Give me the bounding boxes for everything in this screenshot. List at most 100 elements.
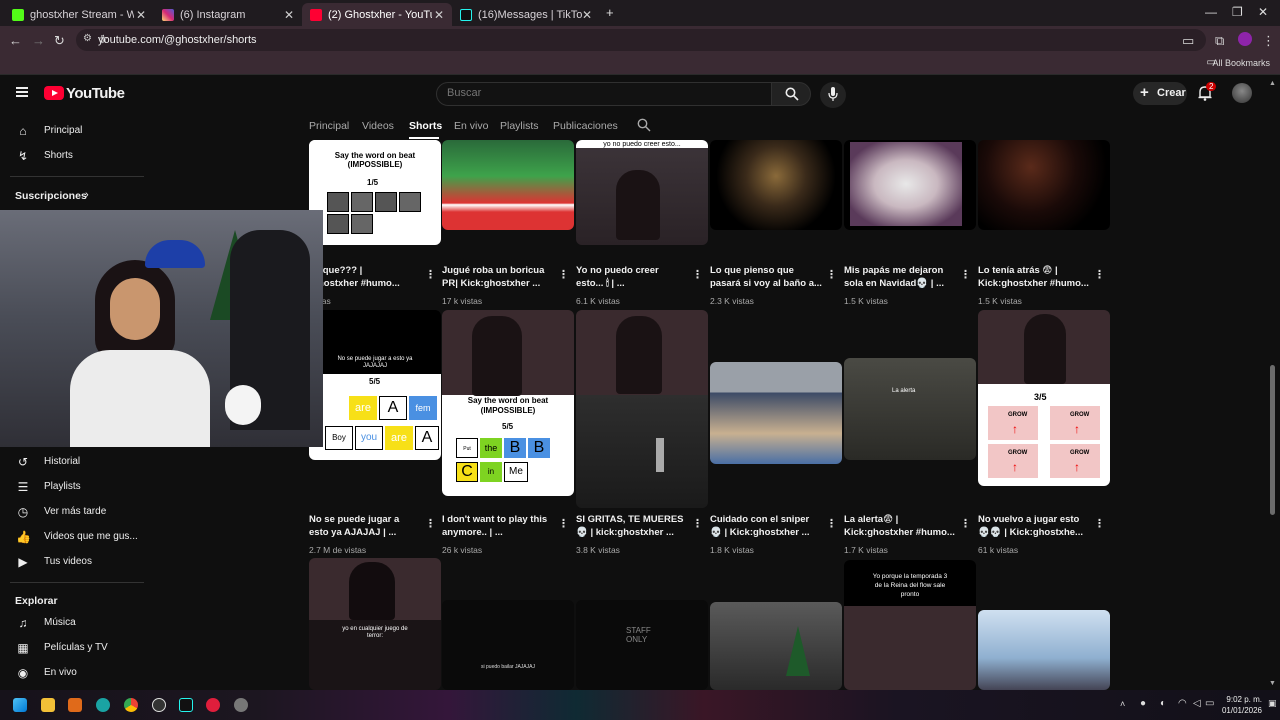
account-avatar[interactable] bbox=[1232, 83, 1252, 103]
short-thumbnail[interactable] bbox=[844, 140, 976, 230]
create-button[interactable]: + Crear bbox=[1133, 82, 1187, 105]
search-box[interactable] bbox=[436, 82, 772, 106]
sidebar-item-movies-tv[interactable]: ▦ Películas y TV bbox=[0, 636, 144, 660]
close-tab-icon[interactable]: ✕ bbox=[582, 8, 592, 22]
address-bar[interactable]: ⚙ youtube.com/@ghostxher/shorts ⇩ ☆ bbox=[76, 29, 1206, 51]
sidebar-item-history[interactable]: ↺ Historial bbox=[0, 450, 144, 474]
profile-icon[interactable] bbox=[1238, 32, 1252, 46]
short-thumbnail[interactable]: Say the word on beat (IMPOSSIBLE) 1/5 bbox=[309, 140, 441, 245]
more-options-icon[interactable]: ⋮ bbox=[1094, 268, 1105, 281]
more-options-icon[interactable]: ⋮ bbox=[826, 268, 837, 281]
short-thumbnail[interactable]: Say the word on beat (IMPOSSIBLE) 5/5 Pu… bbox=[442, 310, 574, 496]
search-button[interactable] bbox=[771, 82, 811, 106]
browser-tab[interactable]: (6) Instagram ✕ bbox=[154, 3, 302, 26]
close-window-icon[interactable]: ✕ bbox=[1258, 5, 1268, 19]
close-tab-icon[interactable]: ✕ bbox=[284, 8, 294, 22]
page-scrollbar[interactable] bbox=[1270, 365, 1275, 515]
short-title[interactable]: No se puede jugar a esto ya AJAJAJ | ... bbox=[309, 513, 427, 539]
sidebar-item-principal[interactable]: ⌂ Principal bbox=[0, 119, 144, 143]
short-thumbnail[interactable]: si puedo bailar JAJAJAJ bbox=[442, 600, 574, 690]
search-input[interactable] bbox=[447, 87, 747, 99]
side-panel-icon[interactable]: ▭ bbox=[1182, 33, 1194, 49]
chrome-icon[interactable] bbox=[124, 698, 138, 712]
file-explorer-icon[interactable] bbox=[41, 698, 55, 712]
short-title[interactable]: No vuelvo a jugar esto 💀💀 | Kick:ghostxh… bbox=[978, 513, 1096, 539]
youtube-logo-text[interactable]: YouTube bbox=[66, 85, 125, 102]
tray-app-icon[interactable]: ◐ bbox=[1160, 698, 1166, 709]
all-bookmarks-link[interactable]: All Bookmarks bbox=[1212, 58, 1270, 68]
more-options-icon[interactable]: ⋮ bbox=[960, 268, 971, 281]
volume-icon[interactable]: ◁ bbox=[1193, 698, 1201, 709]
tab-en-vivo[interactable]: En vivo bbox=[454, 120, 488, 132]
tray-app-icon[interactable]: ● bbox=[1140, 698, 1146, 709]
short-thumbnail[interactable] bbox=[710, 362, 842, 464]
browser-tab[interactable]: ghostxher Stream - Watch Live ✕ bbox=[4, 3, 154, 26]
sidebar-item-music[interactable]: ♫ Música bbox=[0, 611, 144, 635]
short-title[interactable]: Jugué roba un boricua PR| Kick:ghostxher… bbox=[442, 264, 560, 290]
short-thumbnail[interactable]: No se puede jugar a esto ya JAJAJAJ 5/5 … bbox=[309, 310, 441, 460]
short-title[interactable]: Cuidado con el sniper 💀 | Kick:ghostxher… bbox=[710, 513, 828, 539]
youtube-logo-icon[interactable] bbox=[44, 86, 64, 100]
more-options-icon[interactable]: ⋮ bbox=[425, 268, 436, 281]
short-thumbnail[interactable]: yo en cualquier juego de terror: bbox=[309, 558, 441, 690]
short-thumbnail[interactable] bbox=[442, 140, 574, 230]
tab-playlists[interactable]: Playlists bbox=[500, 120, 539, 132]
sidebar-item-playlists[interactable]: ☰ Playlists bbox=[0, 475, 144, 499]
tab-principal[interactable]: Principal bbox=[309, 120, 349, 132]
sidebar-item-your-videos[interactable]: ▶ Tus videos bbox=[0, 550, 144, 574]
extensions-icon[interactable]: ⧉ bbox=[1215, 33, 1224, 49]
subscriptions-heading[interactable]: Suscripciones bbox=[15, 190, 87, 202]
browser-tab[interactable]: (16)Messages | TikTok ✕ bbox=[452, 3, 600, 26]
more-options-icon[interactable]: ⋮ bbox=[826, 517, 837, 530]
obs-icon[interactable] bbox=[152, 698, 166, 712]
short-thumbnail[interactable] bbox=[978, 140, 1110, 230]
more-options-icon[interactable]: ⋮ bbox=[425, 517, 436, 530]
reload-icon[interactable]: ↻ bbox=[54, 33, 65, 49]
back-icon[interactable]: ← bbox=[9, 33, 22, 48]
app-icon[interactable] bbox=[96, 698, 110, 712]
tray-chevron-icon[interactable]: ˄ bbox=[1120, 699, 1125, 709]
sidebar-item-watch-later[interactable]: ◷ Ver más tarde bbox=[0, 500, 144, 524]
tiktok-icon[interactable] bbox=[179, 698, 193, 712]
more-options-icon[interactable]: ⋮ bbox=[692, 517, 703, 530]
battery-icon[interactable]: ▭ bbox=[1205, 698, 1214, 709]
restore-icon[interactable]: ❐ bbox=[1232, 5, 1243, 19]
hamburger-menu-icon[interactable] bbox=[16, 87, 28, 97]
tab-shorts[interactable]: Shorts bbox=[409, 120, 442, 132]
more-options-icon[interactable]: ⋮ bbox=[1094, 517, 1105, 530]
notification-center-icon[interactable]: ▣ bbox=[1268, 698, 1277, 709]
short-thumbnail[interactable]: 3/5 GROW ↑ GROW ↑ GROW ↑ GROW ↑ bbox=[978, 310, 1110, 486]
short-title[interactable]: Yo no puedo creer esto... 🕯 | ... bbox=[576, 264, 694, 290]
short-thumbnail[interactable]: Yo porque la temporada 3 de la Reina del… bbox=[844, 560, 976, 690]
short-thumbnail[interactable] bbox=[710, 602, 842, 690]
short-thumbnail[interactable]: STAFF ONLY bbox=[576, 600, 708, 690]
windows-start-icon[interactable] bbox=[13, 698, 27, 712]
short-title[interactable]: dy que??? | :ghostxher #humo... bbox=[309, 264, 427, 290]
minimize-icon[interactable]: — bbox=[1205, 5, 1217, 19]
sidebar-item-liked-videos[interactable]: 👍 Videos que me gus... bbox=[0, 525, 144, 549]
short-title[interactable]: Mis papás me dejaron sola en Navidad💀 | … bbox=[844, 264, 962, 290]
short-thumbnail[interactable] bbox=[710, 140, 842, 230]
short-thumbnail[interactable] bbox=[978, 610, 1110, 690]
short-title[interactable]: I don't want to play this anymore.. | ..… bbox=[442, 513, 560, 539]
short-title[interactable]: Lo tenía atrás 😨 | Kick:ghostxher #humo.… bbox=[978, 264, 1096, 290]
browser-tab-active[interactable]: (2) Ghostxher - YouTube ✕ bbox=[302, 3, 452, 26]
chevron-right-icon[interactable]: › bbox=[85, 189, 89, 201]
short-title[interactable]: SI GRITAS, TE MUERES 💀 | kick:ghostxher … bbox=[576, 513, 694, 539]
more-options-icon[interactable]: ⋮ bbox=[558, 268, 569, 281]
new-tab-button[interactable]: + bbox=[606, 5, 614, 20]
forward-icon[interactable]: → bbox=[32, 33, 45, 48]
short-title[interactable]: La alerta😨 | Kick:ghostxher #humo... bbox=[844, 513, 962, 539]
wifi-icon[interactable]: ◠ bbox=[1178, 698, 1187, 709]
bookmark-star-icon[interactable]: ☆ bbox=[98, 32, 1184, 46]
close-tab-icon[interactable]: ✕ bbox=[434, 8, 444, 22]
channel-search-icon[interactable] bbox=[637, 118, 651, 132]
more-options-icon[interactable]: ⋮ bbox=[960, 517, 971, 530]
short-thumbnail[interactable] bbox=[576, 310, 708, 508]
settings-icon[interactable] bbox=[234, 698, 248, 712]
scroll-down-icon[interactable]: ▼ bbox=[1269, 680, 1276, 687]
more-options-icon[interactable]: ⋮ bbox=[692, 268, 703, 281]
system-clock[interactable]: 9:02 p. m. 01/01/2026 bbox=[1222, 694, 1262, 716]
short-title[interactable]: Lo que pienso que pasará si voy al baño … bbox=[710, 264, 828, 290]
app-icon[interactable] bbox=[68, 698, 82, 712]
